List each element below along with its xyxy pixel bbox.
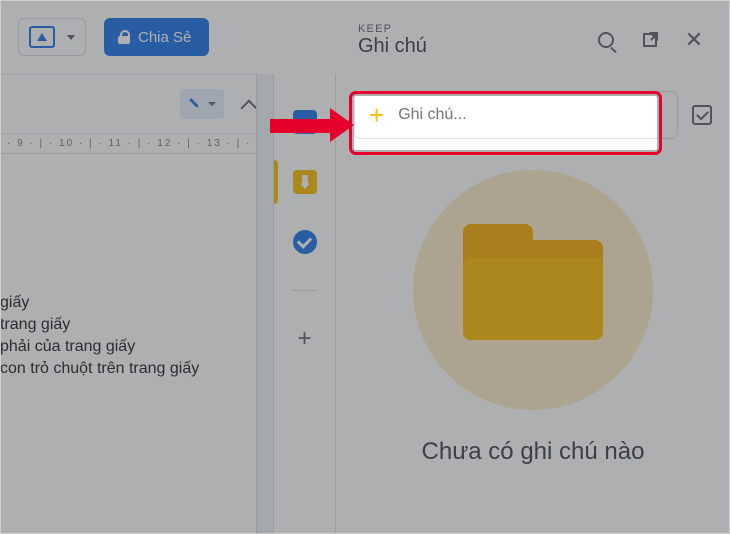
keep-panel-header: KEEP Ghi chú ✕ (336, 0, 730, 80)
plus-icon: + (369, 102, 384, 128)
new-note-row: + Ghi chú... (354, 88, 712, 142)
open-external-icon (643, 33, 657, 47)
doc-line: con trỏ chuột trên trang giấy (0, 360, 256, 378)
docs-topbar: Chia Sẻ (0, 0, 280, 74)
keep-overline: KEEP (358, 23, 574, 35)
keep-title: Ghi chú (358, 35, 574, 58)
dropdown-caret-icon (208, 102, 216, 106)
present-icon (29, 26, 55, 48)
keep-empty-state: Chưa có ghi chú nào (336, 150, 730, 534)
lock-icon (118, 30, 130, 44)
document-body[interactable]: giấy trang giấy phải của trang giấy con … (0, 154, 256, 534)
new-list-button[interactable] (692, 105, 712, 125)
keep-panel: KEEP Ghi chú ✕ + Ghi chú... (336, 0, 730, 534)
calendar-icon[interactable] (293, 110, 317, 134)
vertical-separator (256, 74, 274, 534)
doc-line: trang giấy (0, 316, 256, 334)
close-panel-button[interactable]: ✕ (682, 28, 706, 52)
tasks-icon[interactable] (293, 230, 317, 254)
open-in-new-button[interactable] (638, 28, 662, 52)
ruler: · 9 · | · 10 · | · 11 · | · 12 · | · 13 … (0, 134, 256, 154)
search-button[interactable] (594, 28, 618, 52)
new-note-input[interactable]: + Ghi chú... (354, 91, 678, 139)
ruler-marks: · 9 · | · 10 · | · 11 · | · 12 · | · 13 … (7, 138, 256, 149)
keep-icon (293, 170, 317, 194)
present-split-button[interactable] (18, 18, 86, 56)
doc-line: giấy (0, 294, 256, 312)
add-addon-icon[interactable]: + (297, 327, 311, 351)
empty-message: Chưa có ghi chú nào (393, 436, 673, 468)
share-button[interactable]: Chia Sẻ (104, 18, 209, 56)
rail-divider (292, 290, 318, 291)
dropdown-caret-icon (67, 35, 75, 40)
docs-tools-row (0, 74, 280, 134)
doc-line: phải của trang giấy (0, 338, 256, 356)
keep-rail-item[interactable] (293, 170, 317, 194)
side-panel-rail: + (274, 74, 336, 534)
pen-icon (185, 94, 205, 114)
empty-illustration (413, 170, 653, 410)
editing-mode-pill[interactable] (180, 89, 224, 119)
share-button-label: Chia Sẻ (138, 29, 191, 46)
search-icon (598, 32, 614, 48)
new-note-placeholder: Ghi chú... (398, 106, 466, 124)
folder-icon (463, 240, 603, 340)
